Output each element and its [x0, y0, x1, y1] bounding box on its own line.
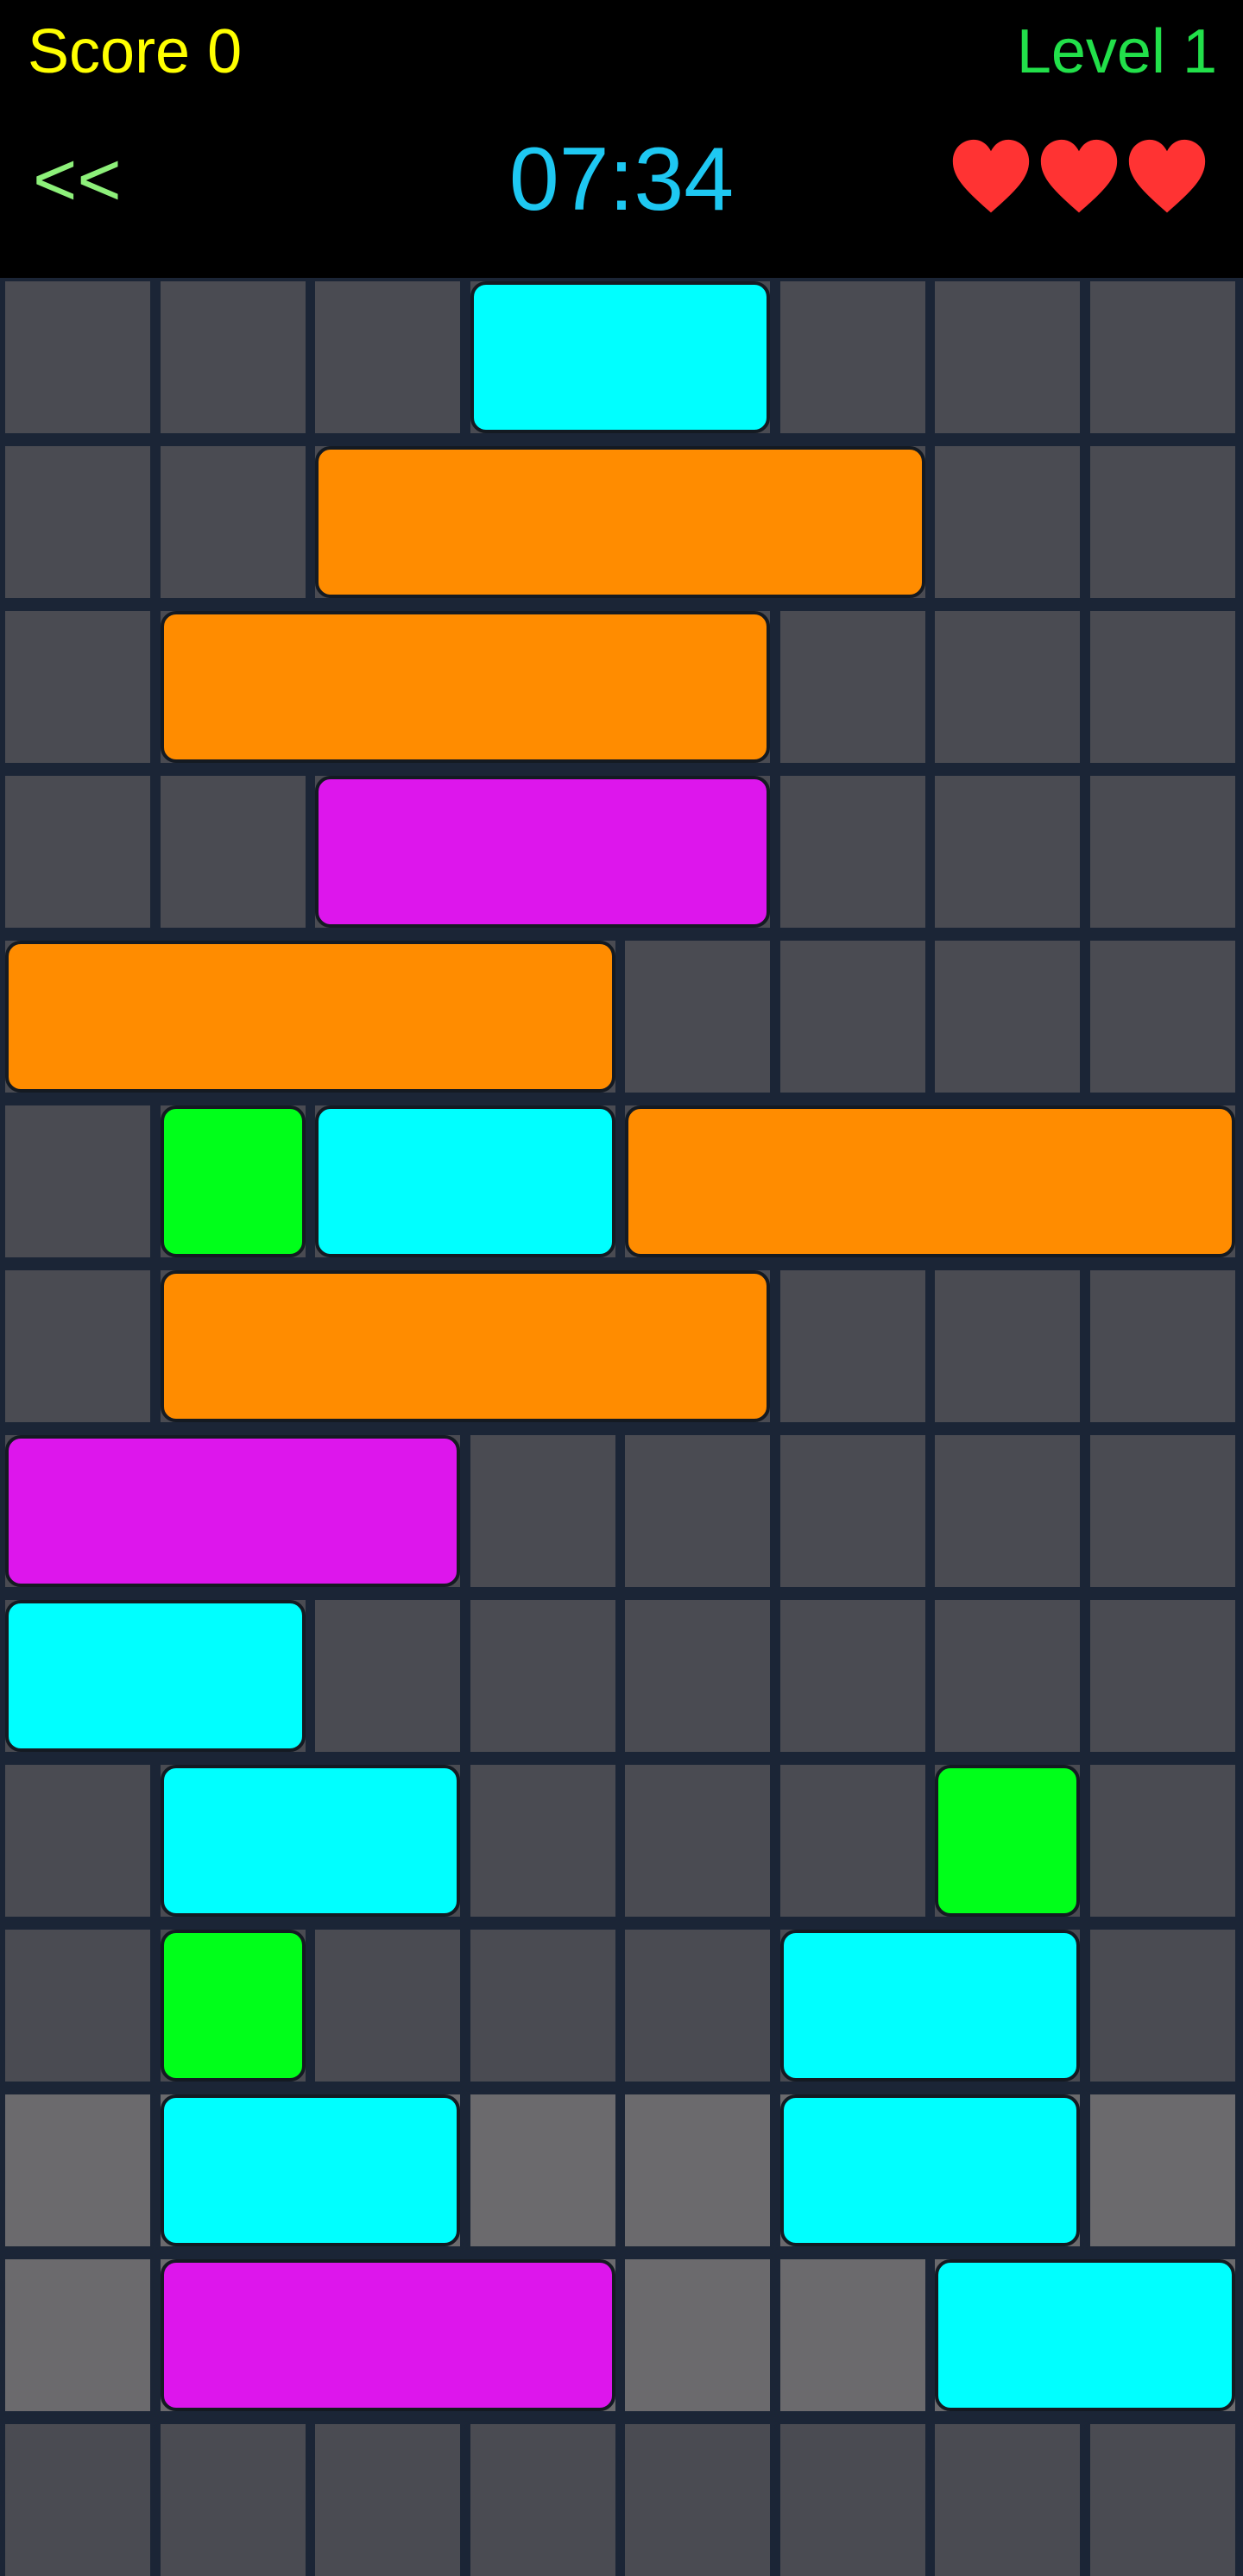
board-cell — [5, 446, 150, 598]
cyan-block[interactable] — [160, 1765, 460, 1917]
board-cell — [5, 281, 150, 433]
magenta-block[interactable] — [160, 2259, 615, 2411]
green-block[interactable] — [160, 1930, 306, 2082]
board-cell — [5, 776, 150, 928]
board-cell — [779, 776, 925, 928]
board-cell — [779, 2259, 925, 2411]
top-bar: Score 0 Level 1 << 07:34 — [0, 0, 1243, 278]
board-cell — [470, 1765, 615, 1917]
board-cell — [5, 1765, 150, 1917]
board-cell — [1089, 611, 1235, 763]
board-cell — [935, 281, 1080, 433]
heart-icon — [1128, 139, 1206, 213]
board-cell — [470, 1435, 615, 1587]
board-cell — [935, 446, 1080, 598]
board-cell — [1089, 941, 1235, 1093]
board-cell — [625, 941, 770, 1093]
board-cell — [935, 1270, 1080, 1422]
board-cell — [779, 941, 925, 1093]
board-cell — [315, 2424, 460, 2576]
board-cell — [160, 446, 306, 598]
cyan-block[interactable] — [935, 2259, 1235, 2411]
board-cell — [935, 611, 1080, 763]
board-cell — [160, 776, 306, 928]
cyan-block[interactable] — [315, 1105, 615, 1257]
board-cell — [625, 2094, 770, 2246]
orange-block[interactable] — [625, 1105, 1235, 1257]
board-cell — [779, 611, 925, 763]
cyan-block[interactable] — [470, 281, 770, 433]
board-cell — [5, 2424, 150, 2576]
magenta-block[interactable] — [5, 1435, 460, 1587]
board-cell — [625, 1765, 770, 1917]
orange-block[interactable] — [160, 611, 770, 763]
score-label: Score 0 — [28, 17, 243, 86]
board-cell — [470, 1930, 615, 2082]
orange-block[interactable] — [160, 1270, 770, 1422]
orange-block[interactable] — [315, 446, 925, 598]
board-cell — [5, 2094, 150, 2246]
board-cell — [779, 1600, 925, 1752]
heart-icon — [1040, 139, 1118, 213]
board-cell — [1089, 776, 1235, 928]
board-cell — [935, 1435, 1080, 1587]
board-cell — [779, 1270, 925, 1422]
board-cell — [470, 1600, 615, 1752]
board-cell — [160, 281, 306, 433]
board-cell — [1089, 1435, 1235, 1587]
board-cell — [935, 776, 1080, 928]
green-block[interactable] — [935, 1765, 1080, 1917]
board-cell — [5, 611, 150, 763]
board-cell — [779, 2424, 925, 2576]
board-cell — [160, 2424, 306, 2576]
board-cell — [625, 1600, 770, 1752]
board-cell — [1089, 281, 1235, 433]
board-cell — [625, 1435, 770, 1587]
orange-block[interactable] — [5, 941, 615, 1093]
board-cell — [5, 1930, 150, 2082]
board-cell — [625, 2424, 770, 2576]
board-cell — [625, 2259, 770, 2411]
board-cell — [625, 1930, 770, 2082]
board-cell — [1089, 1930, 1235, 2082]
green-block[interactable] — [160, 1105, 306, 1257]
board-cell — [315, 1930, 460, 2082]
board-cell — [779, 1435, 925, 1587]
board-cell — [470, 2094, 615, 2246]
board-cell — [779, 1765, 925, 1917]
cyan-block[interactable] — [5, 1600, 306, 1752]
cyan-block[interactable] — [779, 2094, 1080, 2246]
board-cell — [5, 1105, 150, 1257]
board-cell — [779, 281, 925, 433]
board-cell — [1089, 1270, 1235, 1422]
board-cell — [5, 1270, 150, 1422]
magenta-block[interactable] — [315, 776, 770, 928]
board-cell — [935, 941, 1080, 1093]
board-cell — [1089, 1765, 1235, 1917]
game-board — [0, 278, 1243, 2576]
board-cell — [5, 2259, 150, 2411]
board-cell — [315, 281, 460, 433]
heart-icon — [952, 139, 1030, 213]
board-cell — [935, 1600, 1080, 1752]
board-cell — [1089, 1600, 1235, 1752]
lives — [950, 129, 1208, 226]
board-cell — [470, 2424, 615, 2576]
board-cell — [1089, 2424, 1235, 2576]
board-cell — [315, 1600, 460, 1752]
board-cell — [935, 2424, 1080, 2576]
board-cell — [1089, 446, 1235, 598]
cyan-block[interactable] — [160, 2094, 460, 2246]
level-label: Level 1 — [1016, 17, 1217, 86]
board-cell — [1089, 2094, 1235, 2246]
cyan-block[interactable] — [779, 1930, 1080, 2082]
